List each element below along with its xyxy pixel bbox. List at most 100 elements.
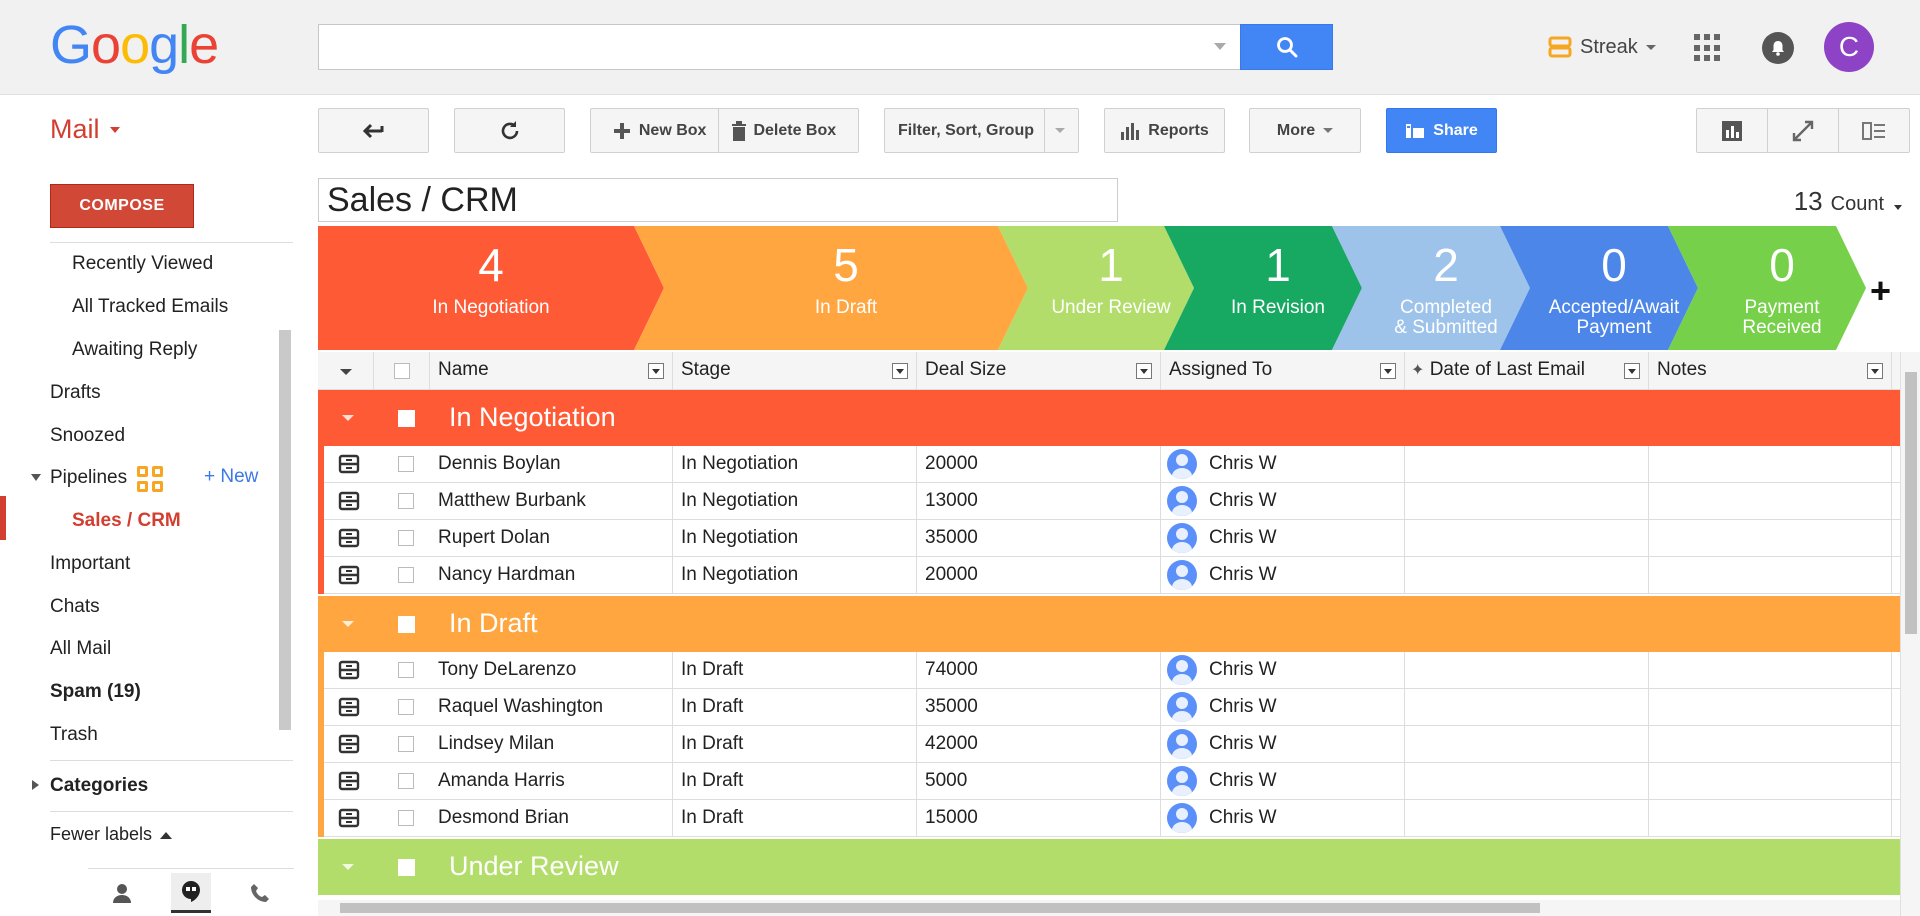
notifications-bell-icon[interactable] [1762, 32, 1794, 64]
column-menu-icon[interactable] [1624, 363, 1640, 379]
google-logo[interactable]: Google [50, 14, 219, 76]
column-header-deal-size[interactable]: Deal Size [917, 352, 1161, 390]
table-row[interactable]: Rupert Dolan In Negotiation 35000 Chris … [318, 520, 1900, 557]
cell-deal-size[interactable]: 13000 [917, 483, 1161, 520]
compose-button[interactable]: COMPOSE [50, 184, 194, 228]
streak-menu[interactable]: Streak [1548, 30, 1656, 64]
cell-notes[interactable] [1649, 689, 1892, 726]
collapse-group-icon[interactable] [342, 864, 354, 870]
expand-categories-icon[interactable] [32, 780, 39, 790]
table-row[interactable]: Dennis Boylan In Negotiation 20000 Chris… [318, 446, 1900, 483]
cell-assigned-to[interactable]: Chris W [1161, 652, 1405, 689]
cell-stage[interactable]: In Draft [673, 726, 917, 763]
expand-view-button[interactable] [1768, 109, 1838, 152]
column-header-assigned-to[interactable]: Assigned To [1161, 352, 1405, 390]
cell-assigned-to[interactable]: Chris W [1161, 689, 1405, 726]
more-button[interactable]: More [1249, 108, 1361, 153]
account-avatar[interactable]: C [1824, 22, 1874, 72]
cell-name[interactable]: Dennis Boylan [430, 446, 673, 483]
column-header-stage[interactable]: Stage [673, 352, 917, 390]
nav-sales-crm[interactable]: Sales / CRM [72, 510, 181, 532]
cell-date-of-last-email[interactable] [1405, 446, 1649, 483]
nav-all-mail[interactable]: All Mail [50, 638, 111, 660]
cell-name[interactable]: Lindsey Milan [430, 726, 673, 763]
apps-grid-icon[interactable] [1694, 34, 1722, 62]
column-menu-icon[interactable] [1867, 363, 1883, 379]
filter-sort-group-button[interactable]: Filter, Sort, Group [884, 108, 1079, 153]
split-view-button[interactable] [1839, 109, 1909, 152]
column-menu-icon[interactable] [892, 363, 908, 379]
cell-notes[interactable] [1649, 800, 1892, 837]
cell-notes[interactable] [1649, 557, 1892, 594]
column-menu-icon[interactable] [648, 363, 664, 379]
box-icon[interactable] [338, 808, 360, 828]
row-checkbox[interactable] [398, 699, 414, 715]
cell-stage[interactable]: In Draft [673, 763, 917, 800]
collapse-group-icon[interactable] [342, 415, 354, 421]
cell-notes[interactable] [1649, 763, 1892, 800]
cell-stage[interactable]: In Negotiation [673, 446, 917, 483]
nav-recently-viewed[interactable]: Recently Viewed [72, 253, 213, 275]
cell-deal-size[interactable]: 35000 [917, 689, 1161, 726]
stage-under-review[interactable]: 1 Under Review [1028, 226, 1194, 350]
cell-assigned-to[interactable]: Chris W [1161, 446, 1405, 483]
nav-all-tracked-emails[interactable]: All Tracked Emails [72, 296, 228, 318]
sidebar-scrollbar[interactable] [279, 330, 291, 730]
group-checkbox[interactable] [398, 616, 415, 633]
group-header-in-negotiation[interactable]: In Negotiation [318, 390, 1900, 446]
reports-button[interactable]: Reports [1104, 108, 1225, 153]
cell-notes[interactable] [1649, 483, 1892, 520]
group-header-in-draft[interactable]: In Draft [318, 596, 1900, 652]
box-icon[interactable] [338, 528, 360, 548]
cell-assigned-to[interactable]: Chris W [1161, 763, 1405, 800]
group-header-under-review[interactable]: Under Review [318, 839, 1900, 895]
scrollbar-thumb[interactable] [340, 903, 1540, 913]
cell-name[interactable]: Matthew Burbank [430, 483, 673, 520]
cell-date-of-last-email[interactable] [1405, 726, 1649, 763]
back-button[interactable] [318, 108, 429, 153]
cell-date-of-last-email[interactable] [1405, 763, 1649, 800]
cell-assigned-to[interactable]: Chris W [1161, 520, 1405, 557]
nav-drafts[interactable]: Drafts [50, 382, 101, 404]
cell-stage[interactable]: In Negotiation [673, 557, 917, 594]
nav-important[interactable]: Important [50, 553, 130, 575]
hangouts-chat-icon[interactable] [170, 872, 211, 913]
table-row[interactable]: Lindsey Milan In Draft 42000 Chris W [318, 726, 1900, 763]
cell-stage[interactable]: In Negotiation [673, 483, 917, 520]
search-options-caret-icon[interactable] [1214, 43, 1226, 50]
stage-payment-received[interactable]: 0 Payment Received [1698, 226, 1866, 350]
cell-assigned-to[interactable]: Chris W [1161, 726, 1405, 763]
box-icon[interactable] [338, 771, 360, 791]
contacts-icon[interactable] [102, 873, 142, 913]
table-row[interactable]: Desmond Brian In Draft 15000 Chris W [318, 800, 1900, 837]
cell-notes[interactable] [1649, 652, 1892, 689]
cell-notes[interactable] [1649, 726, 1892, 763]
stage-in-draft[interactable]: 5 In Draft [664, 226, 1028, 350]
box-icon[interactable] [338, 734, 360, 754]
cell-date-of-last-email[interactable] [1405, 483, 1649, 520]
cell-deal-size[interactable]: 20000 [917, 446, 1161, 483]
cell-deal-size[interactable]: 5000 [917, 763, 1161, 800]
stage-in-negotiation[interactable]: 4 In Negotiation [318, 226, 664, 350]
refresh-button[interactable] [454, 108, 565, 153]
add-stage-icon[interactable]: + [1870, 270, 1891, 312]
row-checkbox[interactable] [398, 810, 414, 826]
cell-deal-size[interactable]: 15000 [917, 800, 1161, 837]
box-icon[interactable] [338, 454, 360, 474]
cell-date-of-last-email[interactable] [1405, 689, 1649, 726]
cell-stage[interactable]: In Draft [673, 689, 917, 726]
count-summary[interactable]: 13 Count [1794, 186, 1902, 217]
row-checkbox[interactable] [398, 530, 414, 546]
column-menu-icon[interactable] [1136, 363, 1152, 379]
table-row[interactable]: Raquel Washington In Draft 35000 Chris W [318, 689, 1900, 726]
table-row[interactable]: Tony DeLarenzo In Draft 74000 Chris W [318, 652, 1900, 689]
cell-name[interactable]: Nancy Hardman [430, 557, 673, 594]
cell-name[interactable]: Rupert Dolan [430, 520, 673, 557]
select-all-checkbox[interactable] [393, 363, 410, 379]
cell-notes[interactable] [1649, 520, 1892, 557]
phone-icon[interactable] [240, 873, 280, 913]
box-icon[interactable] [338, 565, 360, 585]
group-checkbox[interactable] [398, 859, 415, 876]
group-checkbox[interactable] [398, 410, 415, 427]
stage-in-revision[interactable]: 1 In Revision [1194, 226, 1362, 350]
